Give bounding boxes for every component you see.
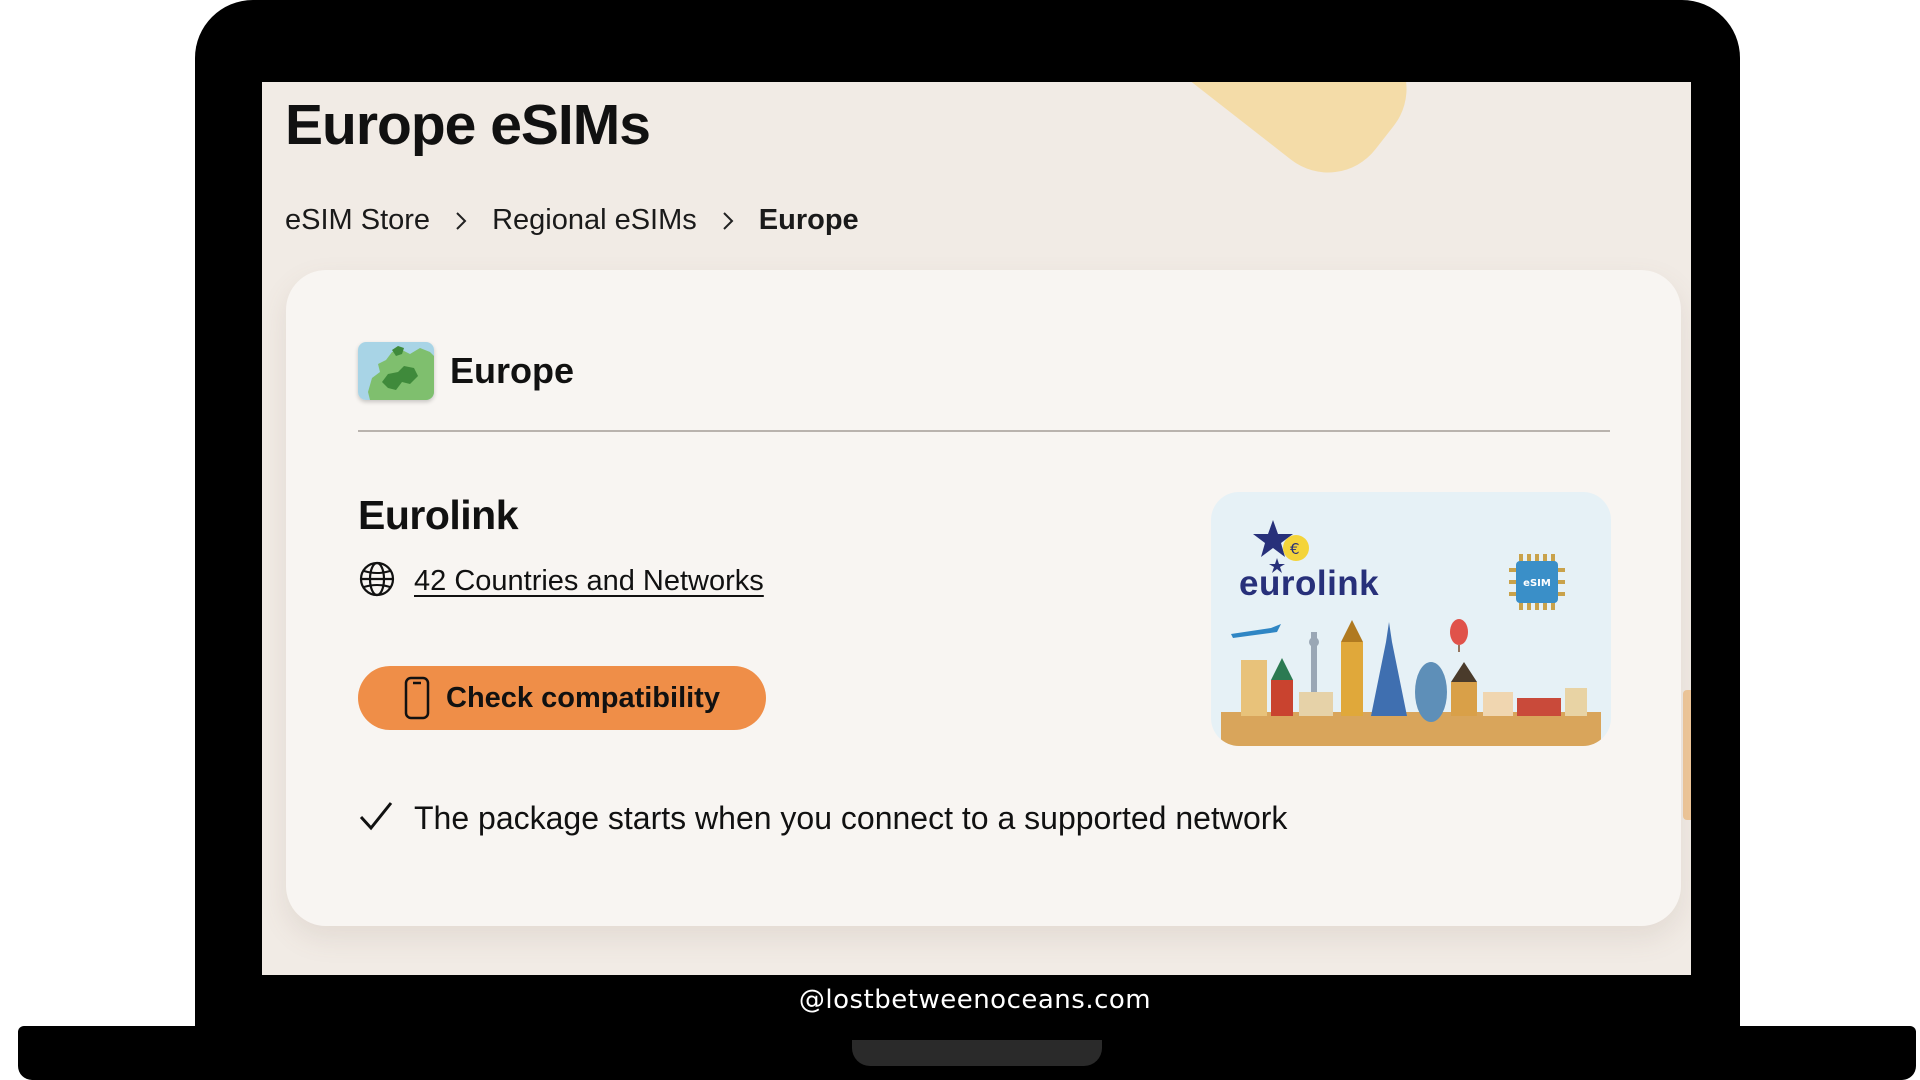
breadcrumb: eSIM Store Regional eSIMs Europe <box>285 204 859 237</box>
europe-map-icon <box>358 342 434 400</box>
product-name: Eurolink <box>358 492 519 538</box>
chevron-right-icon <box>721 210 735 232</box>
esim-chip-label: eSIM <box>1523 578 1551 589</box>
region-header: Europe <box>358 342 574 400</box>
watermark: @lostbetweenoceans.com <box>798 985 1152 1015</box>
decorative-stroke <box>1102 82 1431 197</box>
phone-icon <box>404 676 430 720</box>
chevron-right-icon <box>454 210 468 232</box>
check-compatibility-button[interactable]: Check compatibility <box>358 666 766 730</box>
globe-icon <box>358 560 396 603</box>
breadcrumb-esim-store[interactable]: eSIM Store <box>285 204 430 237</box>
page-title: Europe eSIMs <box>285 93 651 157</box>
decorative-edge <box>1683 690 1691 820</box>
brand-text: eurolink <box>1239 564 1380 603</box>
product-image: € eurolink eSIM <box>1211 492 1611 746</box>
region-name: Europe <box>450 350 575 391</box>
coverage-row: 42 Countries and Networks <box>358 560 764 603</box>
product-card: Europe Eurolink 42 Countries and Network… <box>286 270 1681 926</box>
feature-text: The package starts when you connect to a… <box>414 800 1288 836</box>
checkmark-icon <box>358 800 394 837</box>
esim-chip-icon: eSIM <box>1509 554 1565 610</box>
check-compatibility-label: Check compatibility <box>446 681 720 714</box>
screen: Europe eSIMs eSIM Store Regional eSIMs E… <box>262 82 1691 975</box>
countries-networks-link[interactable]: 42 Countries and Networks <box>414 565 764 598</box>
svg-text:€: € <box>1290 540 1300 558</box>
feature-item: The package starts when you connect to a… <box>358 800 1287 837</box>
breadcrumb-regional-esims[interactable]: Regional eSIMs <box>492 204 697 237</box>
laptop-notch <box>852 1040 1102 1066</box>
divider <box>358 430 1610 432</box>
breadcrumb-current-europe: Europe <box>758 204 859 236</box>
